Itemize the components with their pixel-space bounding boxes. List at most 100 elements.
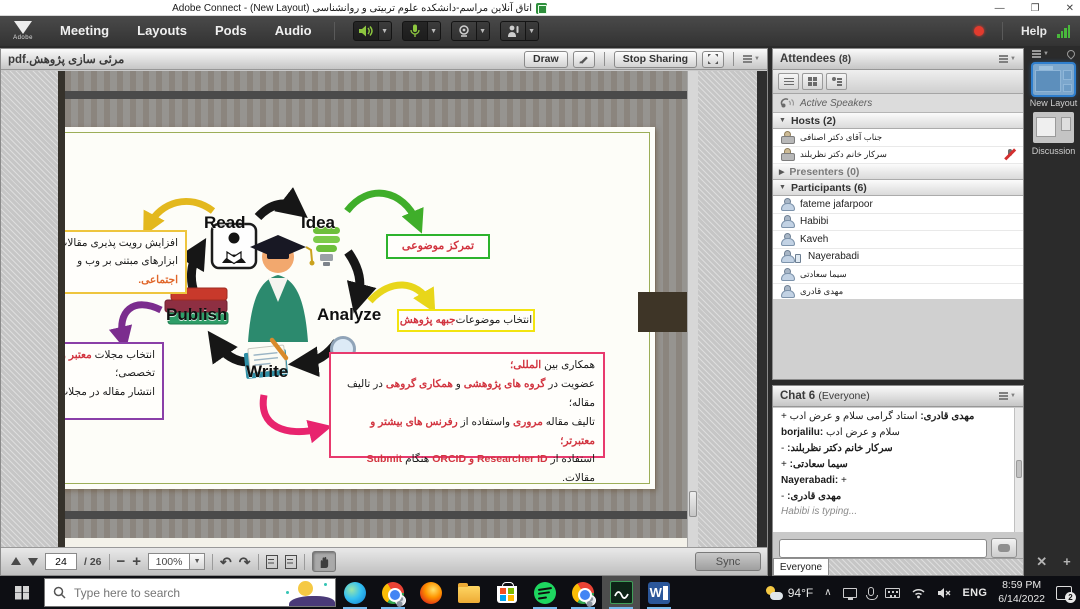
list-view-button[interactable] bbox=[778, 73, 799, 90]
att endee-row[interactable]: Nayerabadi bbox=[773, 249, 1023, 267]
webcam-dropdown[interactable]: ▼ bbox=[477, 21, 490, 41]
status-view-button[interactable] bbox=[826, 73, 847, 90]
wifi-icon[interactable] bbox=[911, 587, 926, 599]
taskbar-app-edge[interactable] bbox=[336, 576, 374, 609]
page-number-input[interactable] bbox=[45, 553, 77, 570]
language-indicator[interactable]: ENG bbox=[963, 587, 988, 599]
pdf-document: Read Idea Analyze Write Publish تمرکز مو… bbox=[65, 71, 687, 549]
taskbar-app-explorer[interactable] bbox=[450, 576, 488, 609]
adobe-mark-icon bbox=[14, 21, 32, 34]
taskbar-app-word[interactable]: W bbox=[640, 576, 678, 609]
maximize-button[interactable]: ❐ bbox=[1031, 3, 1040, 14]
menu-layouts[interactable]: Layouts bbox=[123, 16, 201, 46]
layout-discussion[interactable] bbox=[1033, 112, 1074, 143]
fit-page-button[interactable] bbox=[266, 555, 278, 569]
chat-scrollbar[interactable] bbox=[1014, 408, 1023, 532]
webcam-button[interactable] bbox=[451, 21, 477, 41]
participants-section-header[interactable]: ▼ Participants (6) bbox=[773, 180, 1023, 196]
scrollbar-handle[interactable] bbox=[1016, 460, 1022, 478]
attendee-row[interactable]: Habibi bbox=[773, 214, 1023, 232]
zoom-level-select[interactable]: 100% ▼ bbox=[148, 553, 205, 570]
fit-width-button[interactable] bbox=[285, 555, 297, 569]
menu-audio[interactable]: Audio bbox=[261, 16, 326, 46]
page-separator bbox=[65, 511, 687, 519]
menu-pods[interactable]: Pods bbox=[201, 16, 261, 46]
list-view-icon bbox=[784, 78, 794, 80]
microphone-dropdown[interactable]: ▼ bbox=[428, 21, 441, 41]
presenters-section-header[interactable]: ▶ Presenters (0) bbox=[773, 164, 1023, 180]
taskbar-app-chrome-2[interactable] bbox=[564, 576, 602, 609]
chat-input[interactable] bbox=[779, 539, 987, 558]
chat-tabs: Everyone bbox=[773, 558, 1023, 575]
undo-button[interactable]: ↶ bbox=[220, 555, 232, 569]
keyboard-icon[interactable] bbox=[885, 588, 900, 598]
zoom-out-button[interactable]: − bbox=[117, 554, 126, 569]
window-title: اتاق آنلاین مراسم-دانشکده علوم تربیتی و … bbox=[172, 3, 532, 14]
attendee-row[interactable]: سیما سعادتی bbox=[773, 266, 1023, 284]
slide-page: Read Idea Analyze Write Publish تمرکز مو… bbox=[65, 99, 687, 511]
sync-button[interactable]: Sync bbox=[695, 552, 761, 571]
minimize-button[interactable]: — bbox=[995, 3, 1005, 14]
pan-tool-button[interactable] bbox=[312, 551, 336, 572]
pin-icon[interactable] bbox=[1065, 48, 1076, 59]
stop-sharing-button[interactable]: Stop Sharing bbox=[614, 51, 697, 68]
share-pod-menu[interactable]: ▼ bbox=[743, 56, 760, 62]
tray-overflow-chevron[interactable]: ∧ bbox=[824, 587, 831, 598]
close-layout-button[interactable]: ✕ bbox=[1036, 554, 1047, 570]
raise-hand-icon bbox=[506, 24, 520, 38]
tab-everyone[interactable]: Everyone bbox=[773, 558, 829, 575]
microphone-tray-icon[interactable] bbox=[868, 587, 874, 596]
taskbar-app-store[interactable] bbox=[488, 576, 526, 609]
add-layout-button[interactable]: + bbox=[1063, 554, 1071, 570]
taskbar-search[interactable] bbox=[44, 578, 336, 607]
weather-widget[interactable]: 94°F bbox=[766, 586, 813, 600]
draw-button[interactable]: Draw bbox=[524, 51, 568, 68]
taskbar-app-chrome[interactable] bbox=[374, 576, 412, 609]
send-message-button[interactable] bbox=[991, 538, 1017, 558]
step-label-analyze: Analyze bbox=[317, 305, 381, 325]
next-page-button[interactable] bbox=[28, 558, 38, 571]
microphone-button[interactable] bbox=[402, 21, 428, 41]
help-menu[interactable]: Help bbox=[1021, 24, 1047, 38]
zoom-in-button[interactable]: + bbox=[132, 554, 141, 569]
menu-meeting[interactable]: Meeting bbox=[46, 16, 123, 46]
layout-new-layout[interactable] bbox=[1033, 64, 1074, 95]
focus-callout-box: تمرکز موضوعی bbox=[386, 234, 490, 259]
taskbar-app-spotify[interactable] bbox=[526, 576, 564, 609]
taskbar-app-adobe-connect[interactable] bbox=[602, 576, 640, 609]
raise-hand-button[interactable] bbox=[500, 21, 526, 41]
fullscreen-button[interactable] bbox=[702, 51, 724, 68]
callout-line: تخصصی؛ bbox=[65, 364, 155, 382]
scrollbar-handle[interactable] bbox=[689, 491, 697, 517]
active-speakers-label: Active Speakers bbox=[800, 98, 872, 109]
previous-page-button[interactable] bbox=[11, 552, 21, 565]
mic-control: ▼ bbox=[402, 21, 441, 41]
document-scrollbar[interactable] bbox=[687, 71, 698, 549]
start-button[interactable] bbox=[0, 576, 44, 609]
speaker-dropdown[interactable]: ▼ bbox=[379, 21, 392, 41]
taskbar-app-firefox[interactable] bbox=[412, 576, 450, 609]
connection-signal-icon[interactable] bbox=[1057, 25, 1070, 38]
volume-muted-icon[interactable] bbox=[937, 587, 952, 599]
adobe-connect-window: اتاق آنلاین مراسم-دانشکده علوم تربیتی و … bbox=[0, 0, 1080, 609]
attendee-row-host[interactable]: سرکار خانم دکتر نظربلند bbox=[773, 147, 1023, 165]
divider bbox=[212, 554, 213, 570]
close-button[interactable]: ✕ bbox=[1066, 3, 1074, 14]
action-center-icon[interactable]: 2 bbox=[1056, 586, 1072, 600]
layouts-panel-menu[interactable]: ▼ bbox=[1032, 51, 1049, 57]
attendee-row[interactable]: Kaveh bbox=[773, 231, 1023, 249]
taskbar-clock[interactable]: 8:59 PM 6/14/2022 bbox=[998, 579, 1045, 605]
attendee-row-host[interactable]: جناب آقای دکتر اصنافی bbox=[773, 129, 1023, 147]
redo-button[interactable]: ↷ bbox=[239, 555, 251, 569]
hosts-section-header[interactable]: ▼ Hosts (2) bbox=[773, 113, 1023, 129]
chat-pod-menu[interactable]: ▼ bbox=[999, 393, 1016, 399]
attendees-pod-menu[interactable]: ▼ bbox=[999, 56, 1016, 62]
divider bbox=[1002, 22, 1003, 40]
grid-view-button[interactable] bbox=[802, 73, 823, 90]
display-icon[interactable] bbox=[843, 588, 857, 598]
status-dropdown[interactable]: ▼ bbox=[526, 21, 539, 41]
attendee-row[interactable]: fateme jafarpoor bbox=[773, 196, 1023, 214]
search-input[interactable] bbox=[74, 586, 327, 600]
speaker-button[interactable] bbox=[353, 21, 379, 41]
pencil-tool-button[interactable] bbox=[573, 51, 595, 68]
